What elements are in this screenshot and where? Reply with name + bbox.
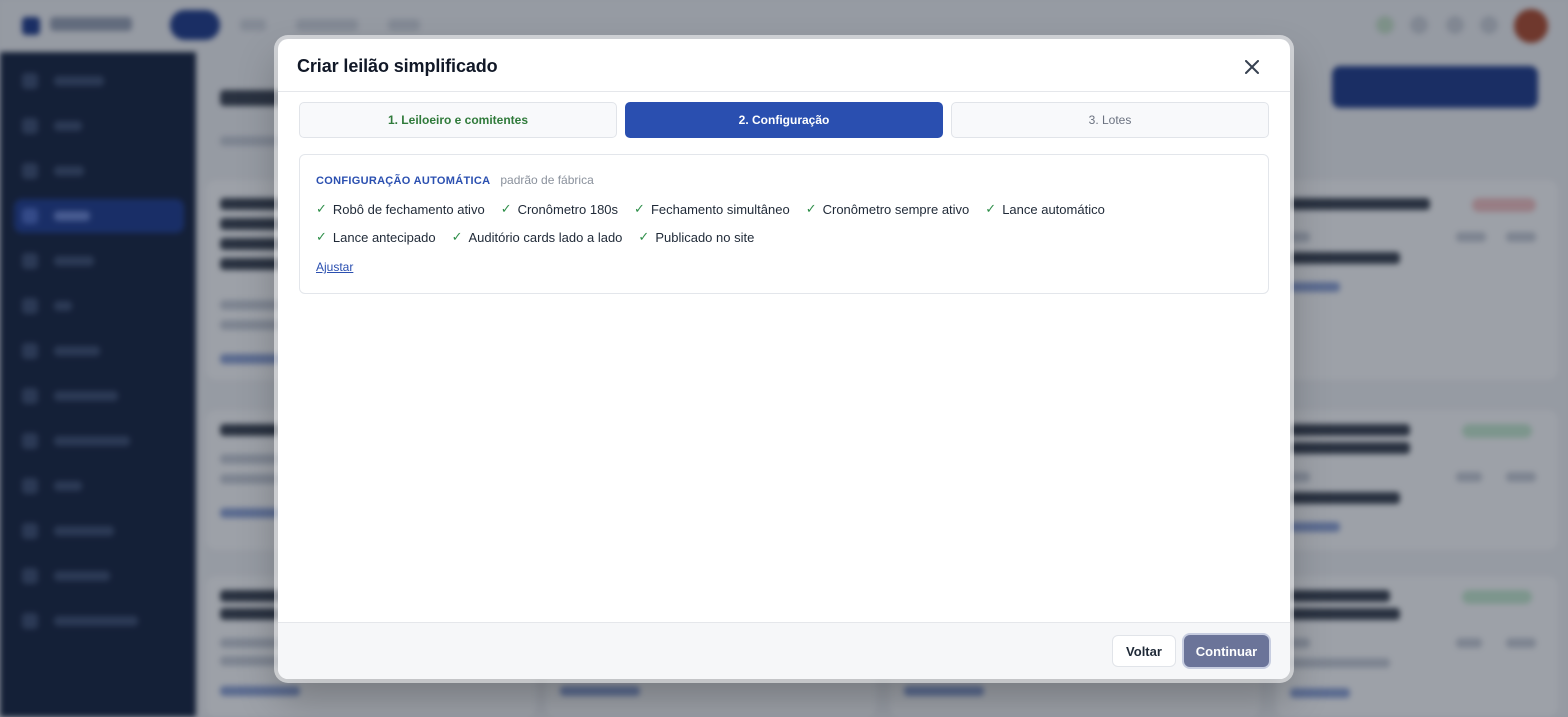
- auto-config-card: CONFIGURAÇÃO AUTOMÁTICA padrão de fábric…: [299, 154, 1269, 294]
- feature-list-row-2: ✓ Lance antecipado ✓ Auditório cards lado …: [316, 229, 754, 245]
- config-subtitle: padrão de fábrica: [500, 173, 594, 187]
- check-icon: ✓: [316, 201, 327, 216]
- feature-item: ✓ Cronômetro 180s: [501, 201, 618, 217]
- feature-item: ✓ Auditório cards lado a lado: [452, 229, 623, 245]
- feature-label: Lance antecipado: [332, 229, 436, 245]
- feature-label: Lance automático: [1002, 201, 1105, 217]
- check-icon: ✓: [805, 201, 817, 216]
- feature-label: Fechamento simultâneo: [650, 201, 790, 217]
- feature-list-row-1: ✓ Robô de fechamento ativo ✓ Cronômetro 18…: [316, 201, 1105, 217]
- feature-label: Robô de fechamento ativo: [332, 201, 485, 217]
- feature-item: ✓ Publicado no site: [638, 229, 754, 245]
- config-title: CONFIGURAÇÃO AUTOMÁTICA: [316, 175, 491, 187]
- check-icon: ✓: [451, 229, 463, 244]
- close-icon: [1245, 60, 1259, 74]
- check-icon: ✓: [634, 201, 645, 216]
- step-leiloeiro[interactable]: 1. Leiloeiro e comitentes: [299, 102, 617, 138]
- check-icon: ✓: [316, 229, 327, 244]
- feature-label: Cronômetro 180s: [517, 201, 619, 217]
- feature-label: Auditório cards lado a lado: [468, 229, 623, 245]
- modal-footer: Voltar Continuar: [278, 622, 1290, 679]
- step-configuracao[interactable]: 2. Configuração: [625, 102, 943, 138]
- check-icon: ✓: [638, 229, 650, 244]
- stepper: 1. Leiloeiro e comitentes 2. Configuraçã…: [299, 102, 1270, 138]
- feature-item: ✓ Lance antecipado: [316, 229, 436, 245]
- feature-item: ✓ Fechamento simultâneo: [634, 201, 790, 217]
- modal-header: Criar leilão simplificado: [278, 39, 1290, 92]
- config-header: CONFIGURAÇÃO AUTOMÁTICA padrão de fábric…: [316, 173, 594, 187]
- adjust-link[interactable]: Ajustar: [316, 260, 353, 274]
- feature-label: Publicado no site: [655, 229, 755, 245]
- check-icon: ✓: [500, 201, 512, 216]
- feature-label: Cronômetro sempre ativo: [822, 201, 970, 217]
- close-button[interactable]: [1239, 55, 1265, 79]
- feature-item: ✓ Lance automático: [985, 201, 1105, 217]
- create-auction-modal: Criar leilão simplificado 1. Leiloeiro e…: [278, 39, 1290, 679]
- modal-title: Criar leilão simplificado: [297, 56, 498, 76]
- feature-item: ✓ Robô de fechamento ativo: [316, 201, 485, 217]
- feature-item: ✓ Cronômetro sempre ativo: [806, 201, 970, 217]
- back-button[interactable]: Voltar: [1112, 635, 1176, 667]
- continue-button[interactable]: Continuar: [1184, 635, 1269, 667]
- check-icon: ✓: [985, 201, 997, 216]
- step-lotes[interactable]: 3. Lotes: [951, 102, 1269, 138]
